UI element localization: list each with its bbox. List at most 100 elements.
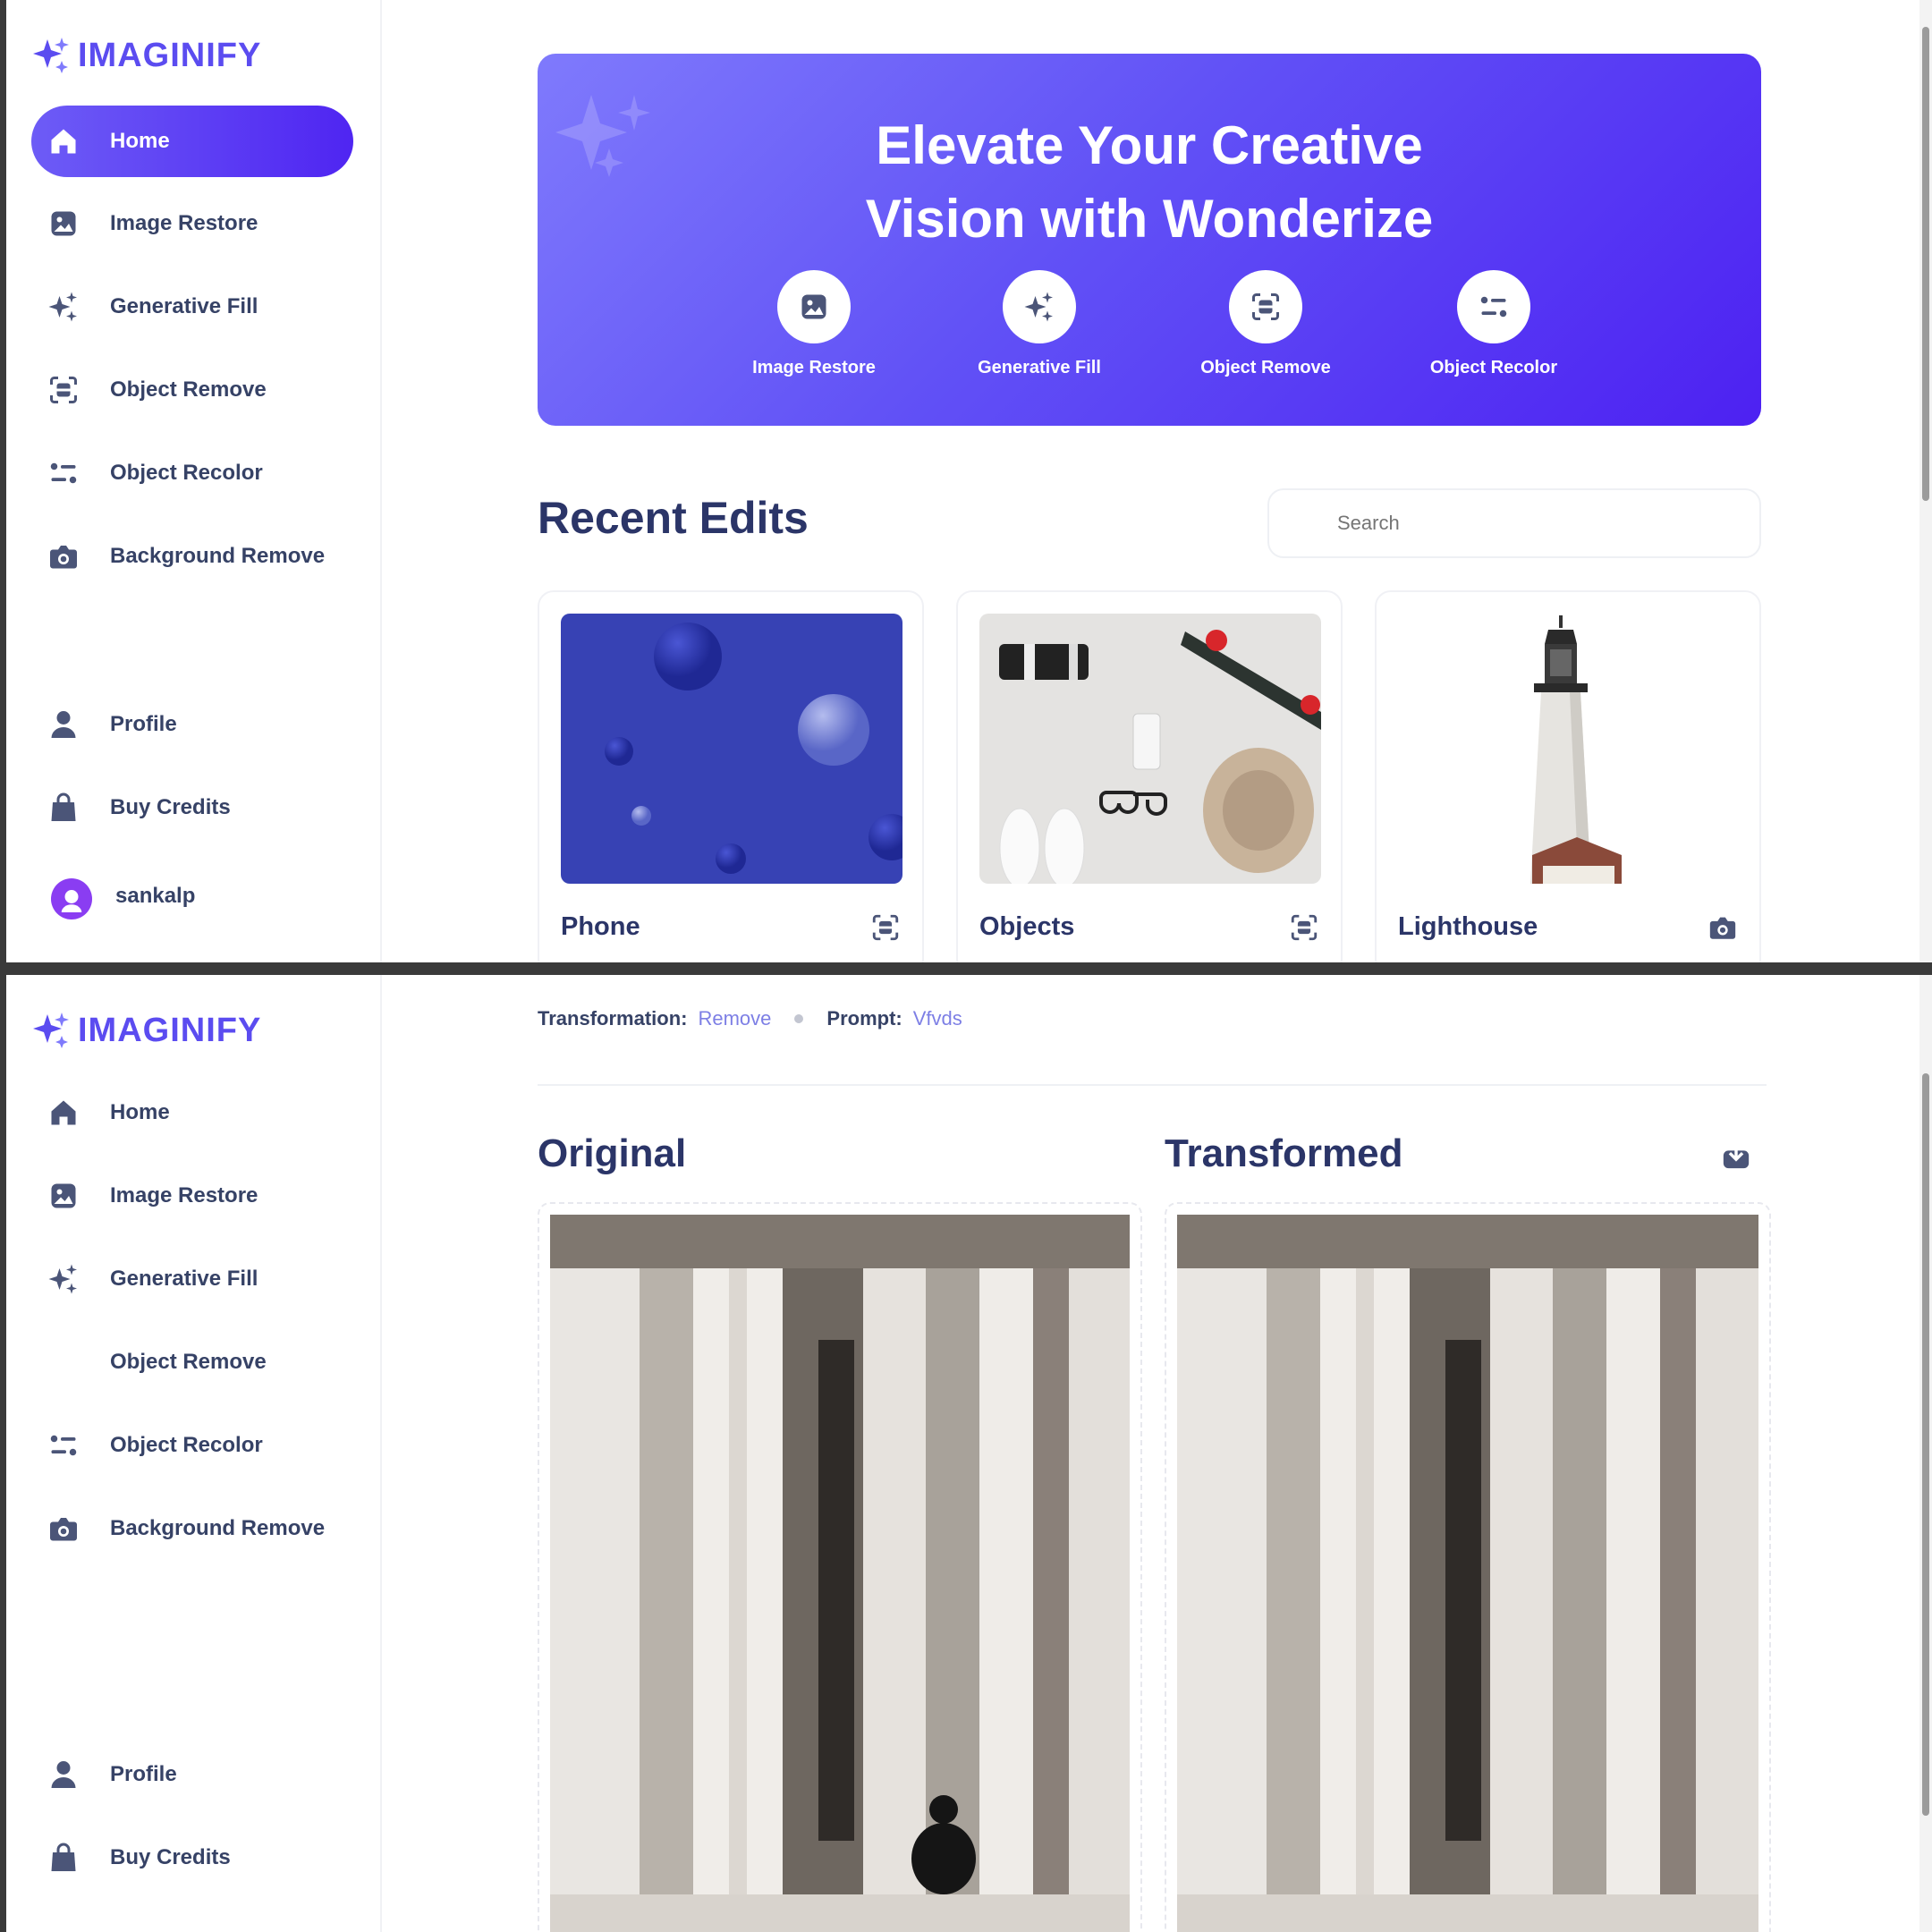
recent-edit-card[interactable]: Phone xyxy=(538,590,924,962)
logo[interactable]: IMAGINIFY xyxy=(31,36,261,75)
sidebar-item-label: Object Remove xyxy=(110,1350,267,1374)
user-icon xyxy=(51,711,76,738)
user-avatar-icon xyxy=(61,890,82,912)
card-thumbnail xyxy=(561,614,902,884)
card-title: Objects xyxy=(979,912,1075,941)
stars-icon xyxy=(48,292,77,322)
sidebar-item-label: Profile xyxy=(110,1762,177,1786)
sidebar-item-generative-fill[interactable]: Generative Fill xyxy=(31,271,353,343)
sidebar-item-label: Object Remove xyxy=(110,377,267,402)
camera-icon xyxy=(1709,917,1736,939)
sidebar-item-object-remove[interactable]: Object Remove xyxy=(31,1326,353,1398)
search-input[interactable] xyxy=(1267,488,1761,558)
transformed-image xyxy=(1177,1215,1758,1932)
home-icon xyxy=(51,1100,76,1125)
divider xyxy=(538,1084,1767,1086)
action-image-restore[interactable]: Image Restore xyxy=(724,270,903,378)
sidebar: IMAGINIFY Home Image Restore Generative … xyxy=(6,975,382,1932)
sidebar-item-label: Object Recolor xyxy=(110,461,263,485)
recent-edits-title: Recent Edits xyxy=(538,493,809,543)
card-thumbnail xyxy=(979,614,1321,884)
transformation-meta: Transformation: Remove Prompt: Vfvds xyxy=(538,1007,962,1030)
prompt-value: Vfvds xyxy=(912,1007,962,1030)
sidebar-item-generative-fill[interactable]: Generative Fill xyxy=(31,1243,353,1315)
action-label: Object Remove xyxy=(1200,358,1331,377)
sidebar-item-label: Background Remove xyxy=(110,1516,326,1540)
sidebar-item-label: Background Remove xyxy=(110,544,326,568)
brand-name: IMAGINIFY xyxy=(78,36,262,74)
sidebar-item-label: Image Restore xyxy=(110,211,258,235)
sidebar-item-buy-credits[interactable]: Buy Credits xyxy=(31,772,353,843)
scrollbar-thumb[interactable] xyxy=(1922,1073,1929,1816)
action-generative-fill[interactable]: Generative Fill xyxy=(950,270,1129,378)
recent-edit-card[interactable]: Objects xyxy=(956,590,1343,962)
user-profile-button[interactable]: sankalp xyxy=(31,860,353,932)
banner-title-line: Elevate Your Creative xyxy=(876,115,1423,175)
action-label: Image Restore xyxy=(752,358,876,377)
home-window: IMAGINIFY Home Image Restore Generative … xyxy=(6,0,1932,962)
logo[interactable]: IMAGINIFY xyxy=(31,1011,261,1050)
scan-icon xyxy=(1291,914,1318,941)
sidebar-item-home[interactable]: Home xyxy=(31,106,353,177)
sidebar-item-label: Object Recolor xyxy=(110,1433,263,1457)
scrollbar[interactable] xyxy=(1919,975,1932,1932)
user-name: sankalp xyxy=(115,884,196,908)
transformed-image-frame xyxy=(1165,1202,1771,1932)
sidebar-item-home[interactable]: Home xyxy=(31,1077,353,1148)
sidebar-item-image-restore[interactable]: Image Restore xyxy=(31,188,353,259)
scrollbar[interactable] xyxy=(1919,0,1932,962)
filter-icon xyxy=(50,1435,77,1456)
sidebar-item-label: Home xyxy=(110,129,170,153)
sidebar: IMAGINIFY Home Image Restore Generative … xyxy=(6,0,382,962)
sidebar-item-label: Home xyxy=(110,1100,170,1124)
original-title: Original xyxy=(538,1131,687,1175)
original-image-frame xyxy=(538,1202,1142,1932)
bag-icon xyxy=(51,792,76,821)
scrollbar-thumb[interactable] xyxy=(1922,27,1929,501)
action-object-remove[interactable]: Object Remove xyxy=(1176,270,1355,378)
sidebar-item-object-recolor[interactable]: Object Recolor xyxy=(31,437,353,509)
separator-dot xyxy=(794,1014,804,1023)
download-icon[interactable] xyxy=(1721,1140,1751,1171)
recent-edit-card[interactable]: Lighthouse xyxy=(1375,590,1761,962)
transformed-title: Transformed xyxy=(1165,1131,1403,1175)
transformation-value: Remove xyxy=(698,1007,772,1030)
sparkle-logo-icon xyxy=(33,38,69,73)
sidebar-item-profile[interactable]: Profile xyxy=(31,1739,353,1810)
sidebar-item-object-recolor[interactable]: Object Recolor xyxy=(31,1410,353,1481)
sidebar-item-label: Profile xyxy=(110,712,177,736)
banner-title: Elevate Your Creative Vision with Wonder… xyxy=(747,109,1552,256)
brand-name: IMAGINIFY xyxy=(78,1011,262,1049)
filter-icon xyxy=(50,462,77,484)
action-object-recolor[interactable]: Object Recolor xyxy=(1404,270,1583,378)
sidebar-item-background-remove[interactable]: Background Remove xyxy=(31,521,353,592)
camera-icon xyxy=(50,1518,77,1541)
sidebar-item-buy-credits[interactable]: Buy Credits xyxy=(31,1822,353,1894)
sidebar-item-background-remove[interactable]: Background Remove xyxy=(31,1493,353,1564)
sidebar-item-profile[interactable]: Profile xyxy=(31,689,353,760)
image-icon xyxy=(51,1183,76,1208)
card-thumbnail xyxy=(1398,614,1740,884)
filter-icon xyxy=(1480,296,1507,318)
action-label: Generative Fill xyxy=(978,358,1101,377)
bag-icon xyxy=(51,1843,76,1871)
scan-icon xyxy=(50,377,77,403)
transformation-label: Transformation: xyxy=(538,1007,688,1030)
sidebar-item-image-restore[interactable]: Image Restore xyxy=(31,1160,353,1232)
scan-icon xyxy=(872,914,899,941)
sidebar-item-label: Buy Credits xyxy=(110,1845,231,1869)
scan-icon xyxy=(1252,293,1279,320)
action-label: Object Recolor xyxy=(1429,358,1558,377)
prompt-label: Prompt: xyxy=(826,1007,902,1030)
hero-banner: Elevate Your Creative Vision with Wonder… xyxy=(538,54,1761,426)
sparkle-logo-icon xyxy=(33,1013,69,1048)
camera-icon xyxy=(50,546,77,569)
sidebar-item-label: Buy Credits xyxy=(110,795,231,819)
avatar xyxy=(51,878,92,919)
user-icon xyxy=(51,1761,76,1788)
sidebar-item-object-remove[interactable]: Object Remove xyxy=(31,354,353,426)
transformation-detail-window: IMAGINIFY Home Image Restore Generative … xyxy=(6,975,1932,1932)
sidebar-item-label: Generative Fill xyxy=(110,294,258,318)
original-image xyxy=(550,1215,1130,1932)
stars-icon xyxy=(48,1264,77,1294)
